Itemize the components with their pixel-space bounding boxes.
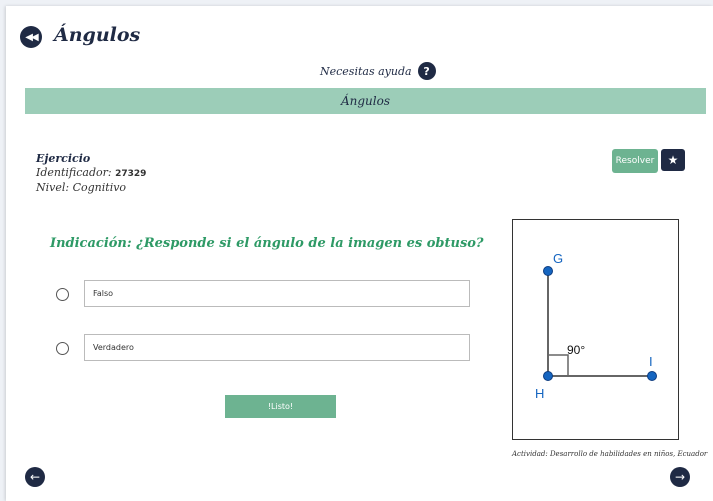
option-label-falso[interactable]: Falso: [84, 280, 470, 307]
activity-caption: Actividad: Desarrollo de habilidades en …: [512, 450, 708, 458]
resolver-button[interactable]: Resolver: [612, 149, 658, 173]
favorite-button[interactable]: ★: [661, 149, 685, 171]
radio-falso[interactable]: [56, 288, 69, 301]
id-value: 27329: [115, 169, 147, 179]
exercise-heading: Ejercicio: [36, 152, 91, 165]
angle-diagram: G H I 90°: [535, 251, 657, 401]
label-h: H: [535, 386, 544, 401]
submit-button[interactable]: !Listo!: [225, 395, 336, 418]
id-label: Identificador:: [36, 166, 112, 179]
question-text: Indicación: ¿Responde si el ángulo de la…: [50, 236, 484, 251]
radio-verdadero[interactable]: [56, 342, 69, 355]
next-button[interactable]: →: [670, 467, 690, 487]
arrow-right-icon: →: [674, 470, 686, 484]
point-i: [647, 371, 657, 381]
point-g: [543, 266, 553, 276]
section-banner: Ángulos: [25, 88, 706, 114]
option-falso[interactable]: Falso: [56, 280, 470, 307]
label-i: I: [649, 354, 653, 369]
star-icon: ★: [667, 153, 679, 167]
exercise-meta: Ejercicio Identificador: 27329 Nivel: Co…: [36, 152, 146, 195]
arrow-left-icon: ←: [29, 470, 41, 484]
angle-label: 90°: [567, 343, 585, 357]
page-title: Ángulos: [54, 24, 141, 46]
rewind-icon: ◀◀: [25, 31, 38, 43]
banner-title: Ángulos: [340, 94, 391, 108]
label-g: G: [553, 251, 563, 266]
option-label-verdadero[interactable]: Verdadero: [84, 334, 470, 361]
level-label: Nivel:: [36, 181, 70, 194]
question-icon[interactable]: ?: [417, 62, 436, 80]
help-link[interactable]: Necesitas ayuda ?: [320, 62, 436, 80]
option-verdadero[interactable]: Verdadero: [56, 334, 470, 361]
help-label: Necesitas ayuda: [320, 64, 412, 78]
back-button[interactable]: ◀◀: [20, 26, 42, 48]
level-value: Cognitivo: [72, 181, 127, 194]
angle-figure: G H I 90°: [512, 219, 679, 440]
exercise-id: Identificador: 27329: [36, 166, 146, 181]
point-h: [543, 371, 553, 381]
exercise-level: Nivel: Cognitivo: [36, 181, 146, 195]
prev-button[interactable]: ←: [25, 467, 45, 487]
